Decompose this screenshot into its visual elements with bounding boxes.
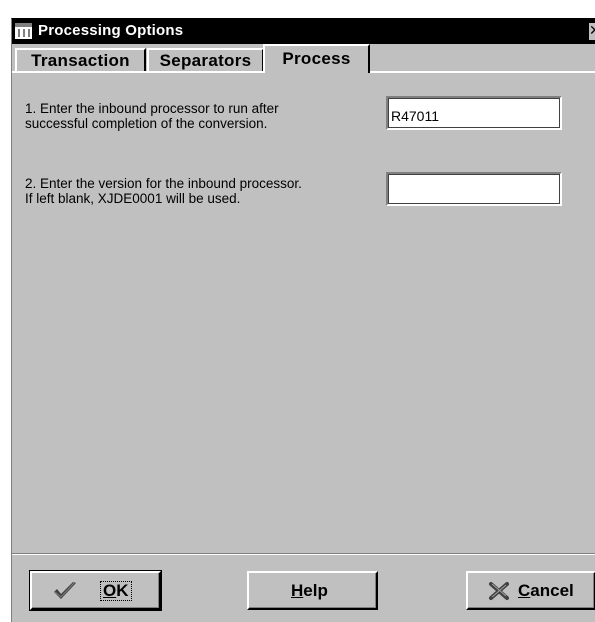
option-1-prompt-line2: successful completion of the conversion. [25, 116, 268, 131]
window-app-icon [15, 23, 32, 39]
button-bar-divider-highlight [12, 554, 595, 555]
cancel-button-label: Cancel [518, 581, 574, 600]
tab-transaction[interactable]: Transaction [15, 48, 146, 71]
ok-button[interactable]: OK [29, 570, 162, 611]
x-icon [489, 582, 509, 600]
checkmark-icon [54, 582, 76, 599]
option-2-prompt-line1: 2. Enter the version for the inbound pro… [25, 176, 302, 191]
option-2-prompt-line2: If left blank, XJDE0001 will be used. [25, 191, 241, 206]
window-title: Processing Options [38, 22, 184, 39]
ok-button-label: OK [100, 581, 132, 601]
option-1-prompt: 1. Enter the inbound processor to run af… [25, 101, 279, 131]
processing-options-dialog: Processing Options ✕ Transaction Separat… [11, 18, 595, 622]
help-button[interactable]: Help [247, 571, 378, 610]
option-2-prompt: 2. Enter the version for the inbound pro… [25, 176, 302, 206]
tab-separators[interactable]: Separators [147, 48, 264, 71]
option-1-prompt-line1: 1. Enter the inbound processor to run af… [25, 101, 279, 116]
tab-process[interactable]: Process [263, 44, 370, 75]
inbound-processor-input[interactable] [386, 96, 562, 130]
inbound-version-input[interactable] [386, 172, 562, 206]
close-icon[interactable]: ✕ [589, 23, 595, 40]
help-button-label: Help [291, 581, 328, 600]
title-bar[interactable]: Processing Options ✕ [12, 19, 595, 44]
cancel-button[interactable]: Cancel [466, 571, 595, 610]
